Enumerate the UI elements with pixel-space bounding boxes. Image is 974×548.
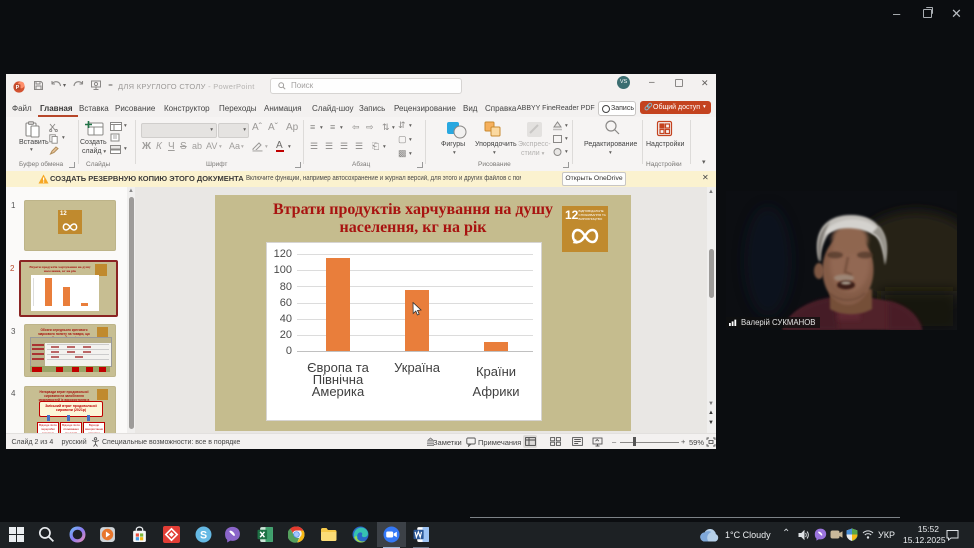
svg-text:P: P (16, 85, 20, 91)
svg-text:S: S (200, 529, 207, 541)
